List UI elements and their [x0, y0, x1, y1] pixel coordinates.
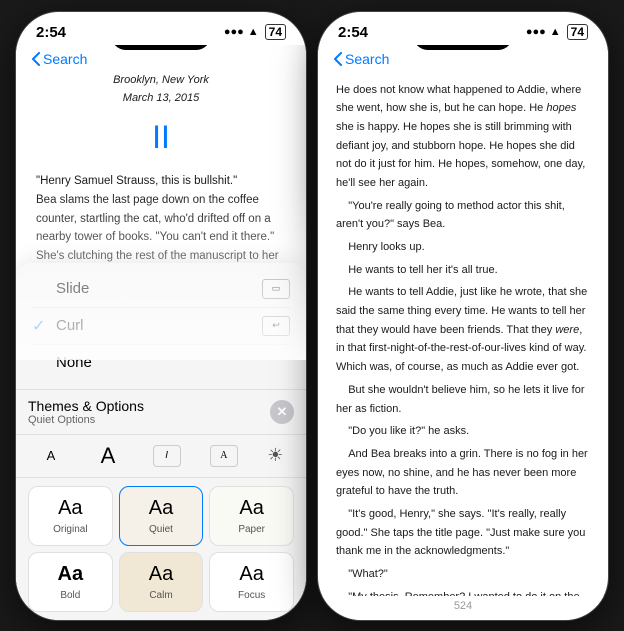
right-line-5: He wants to tell Addie, just like he wro…: [336, 283, 590, 376]
theme-bold[interactable]: Aa Bold: [28, 552, 113, 612]
close-button[interactable]: ✕: [270, 400, 294, 424]
themes-header: Themes & Options Quiet Options ✕: [16, 389, 306, 434]
slide-option-slide[interactable]: ✓ Slide ▭: [32, 271, 290, 308]
theme-cards-grid: Aa Original Aa Quiet Aa Paper Aa Bold: [16, 478, 306, 620]
status-icons-right: ●●● ▲ 74: [526, 24, 588, 40]
theme-paper-label: Paper: [238, 524, 265, 535]
slide-option-curl[interactable]: ✓ Curl ↩: [32, 308, 290, 345]
theme-original[interactable]: Aa Original: [28, 486, 113, 546]
font-small-button[interactable]: A: [39, 446, 64, 465]
check-curl: ✓: [32, 316, 48, 336]
wifi-icon-right: ▲: [550, 26, 561, 38]
signal-icon-right: ●●●: [526, 26, 546, 38]
right-line-11: "My thesis. Remember? I wanted to do it …: [336, 588, 590, 596]
curl-label: Curl: [56, 317, 84, 334]
theme-focus-text: Aa: [239, 563, 263, 586]
font-large-button[interactable]: A: [93, 441, 124, 471]
theme-quiet-text: Aa: [149, 497, 173, 520]
theme-focus[interactable]: Aa Focus: [209, 552, 294, 612]
back-button-right[interactable]: Search: [334, 51, 389, 67]
chevron-left-icon: [32, 52, 40, 66]
none-label: None: [56, 354, 92, 371]
brightness-button[interactable]: ☀: [267, 445, 283, 466]
time-left: 2:54: [36, 24, 66, 41]
book-header: Brooklyn, New York March 13, 2015: [36, 71, 286, 107]
chevron-left-icon-right: [334, 52, 342, 66]
time-right: 2:54: [338, 24, 368, 41]
phone-right: 2:54 ●●● ▲ 74 Search He does not know wh…: [317, 11, 609, 621]
close-icon: ✕: [277, 404, 288, 420]
theme-calm-label: Calm: [149, 590, 172, 601]
slide-label: Slide: [56, 280, 89, 297]
chapter-number: II: [36, 111, 286, 164]
status-bar-left: 2:54 ●●● ▲ 74: [16, 12, 306, 45]
theme-focus-label: Focus: [238, 590, 265, 601]
themes-title: Themes & Options Quiet Options: [28, 398, 144, 426]
theme-calm[interactable]: Aa Calm: [119, 552, 204, 612]
font-serif-button[interactable]: A: [210, 445, 238, 467]
font-controls: A A I A ☀: [16, 434, 306, 478]
curl-icon: ↩: [262, 316, 290, 336]
right-line-7: "Do you like it?" he asks.: [336, 422, 590, 441]
right-book-area: He does not know what happened to Addie,…: [318, 71, 608, 596]
slide-option-none[interactable]: ✓ None: [32, 345, 290, 381]
status-bar-right: 2:54 ●●● ▲ 74: [318, 12, 608, 45]
right-line-2: "You're really going to method actor thi…: [336, 197, 590, 234]
book-para-1: "Henry Samuel Strauss, this is bullshit.…: [36, 172, 286, 191]
battery-left: 74: [265, 24, 286, 40]
right-line-10: "What?": [336, 565, 590, 584]
right-line-3: Henry looks up.: [336, 238, 590, 257]
theme-bold-label: Bold: [60, 590, 80, 601]
right-line-4: He wants to tell her it's all true.: [336, 261, 590, 280]
wifi-icon: ▲: [248, 26, 259, 38]
theme-paper[interactable]: Aa Paper: [209, 486, 294, 546]
phone-left: 2:54 ●●● ▲ 74 Search Brooklyn, New York: [15, 11, 307, 621]
right-line-1: He does not know what happened to Addie,…: [336, 81, 590, 193]
page-number-right: 524: [318, 596, 608, 620]
back-button-left[interactable]: Search: [32, 51, 87, 67]
bottom-panel: ✓ Slide ▭ ✓ Curl ↩ ✓: [16, 263, 306, 620]
theme-quiet-label: Quiet: [149, 524, 173, 535]
right-book-content: He does not know what happened to Addie,…: [318, 71, 608, 596]
theme-original-label: Original: [53, 524, 87, 535]
theme-bold-text: Aa: [58, 563, 84, 586]
slide-options: ✓ Slide ▭ ✓ Curl ↩ ✓: [16, 263, 306, 389]
theme-quiet[interactable]: Aa Quiet: [119, 486, 204, 546]
right-line-8: And Bea breaks into a grin. There is no …: [336, 445, 590, 501]
status-icons-left: ●●● ▲ 74: [224, 24, 286, 40]
slide-icon: ▭: [262, 279, 290, 299]
battery-right: 74: [567, 24, 588, 40]
theme-calm-text: Aa: [149, 563, 173, 586]
theme-original-text: Aa: [58, 497, 82, 520]
theme-paper-text: Aa: [239, 497, 263, 520]
right-line-9: "It's good, Henry," she says. "It's real…: [336, 505, 590, 561]
font-style-button[interactable]: I: [153, 445, 181, 467]
signal-icon: ●●●: [224, 26, 244, 38]
right-line-6: But she wouldn't believe him, so he lets…: [336, 381, 590, 418]
